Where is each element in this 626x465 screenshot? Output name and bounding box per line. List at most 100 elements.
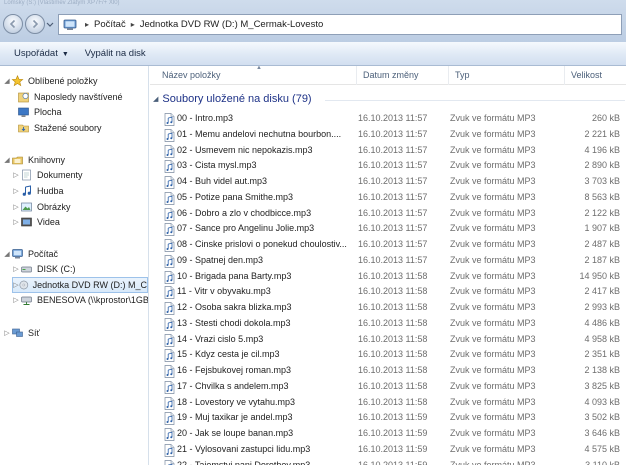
file-date: 16.10.2013 11:57: [358, 144, 428, 155]
file-name: 07 - Sance pro Angelinu Jolie.mp3: [177, 223, 315, 234]
file-size: 4 575 kB: [584, 443, 620, 454]
collapse-group-icon[interactable]: ◢: [153, 95, 158, 103]
audio-file-icon: [164, 144, 175, 158]
collapse-triangle-icon[interactable]: ▷: [3, 329, 11, 337]
organize-button[interactable]: Uspořádat ▼: [6, 45, 77, 62]
file-date: 16.10.2013 11:59: [358, 412, 428, 423]
file-size: 4 093 kB: [584, 396, 620, 407]
file-name: 21 - Vylosovani zastupci lidu.mp3: [177, 443, 311, 454]
nav-dvd-drive[interactable]: ▷ Jednotka DVD RW (D:) M_C: [12, 277, 148, 293]
file-size: 260 kB: [591, 113, 620, 123]
file-row[interactable]: 15 - Kdyz cesta je cil.mp3 16.10.2013 11:…: [150, 347, 626, 363]
file-row[interactable]: 05 - Potize pana Smithe.mp3 16.10.2013 11…: [150, 190, 626, 206]
window-titlebar: Lomsky (S:) (Vlastimev Zlatým XP7F/+ Xl0…: [0, 0, 626, 42]
nav-recent-places[interactable]: Naposledy navštívené: [17, 90, 123, 104]
collapse-triangle-icon[interactable]: ▷: [12, 171, 20, 179]
column-header-date[interactable]: Datum změny: [357, 66, 449, 85]
file-row[interactable]: 17 - Chvilka s andelem.mp3 16.10.2013 11:…: [150, 379, 626, 395]
nav-downloads[interactable]: Stažené soubory: [17, 121, 102, 135]
collapse-triangle-icon[interactable]: ▷: [12, 187, 20, 195]
file-row[interactable]: 14 - Vrazi cislo 5.mp3 16.10.2013 11:58 Zv…: [150, 332, 626, 348]
expand-triangle-icon[interactable]: ◢: [3, 156, 11, 164]
nav-item-label: Naposledy navštívené: [34, 92, 123, 102]
nav-desktop[interactable]: Plocha: [17, 105, 62, 119]
audio-file-icon: [164, 207, 175, 221]
nav-item-label: BENESOVA (\\kprostor\1GB: [37, 295, 149, 305]
collapse-triangle-icon[interactable]: ▷: [12, 296, 20, 304]
file-row[interactable]: 09 - Spatnej den.mp3 16.10.2013 11:57 Zvuk…: [150, 253, 626, 269]
file-type: Zvuk ve formátu MP3: [450, 128, 536, 139]
file-row[interactable]: 01 - Memu andelovi nechutna bourbon.... 1…: [150, 127, 626, 143]
file-size: 3 646 kB: [584, 428, 620, 438]
nav-item-label: Dokumenty: [37, 170, 83, 180]
breadcrumb-separator[interactable]: ▸: [85, 20, 89, 29]
file-type: Zvuk ve formátu MP3: [450, 302, 536, 312]
file-row[interactable]: 04 - Buh videl aut.mp3 16.10.2013 11:57 Zv…: [150, 174, 626, 190]
arrow-right-icon: [32, 19, 39, 29]
audio-file-icon: [164, 223, 175, 237]
file-row[interactable]: 08 - Cinske prislovi o ponekud choulosti…: [150, 237, 626, 253]
file-row[interactable]: 00 - Intro.mp3 16.10.2013 11:57 Zvuk ve fo…: [150, 111, 626, 127]
forward-button[interactable]: [25, 14, 45, 34]
file-type: Zvuk ve formátu MP3: [450, 160, 536, 171]
file-size: 2 138 kB: [584, 365, 620, 375]
audio-file-icon: [164, 302, 175, 315]
column-header-size[interactable]: Velikost: [565, 66, 626, 85]
file-name: 06 - Dobro a zlo v chodbicce.mp3: [177, 207, 312, 218]
group-header[interactable]: ◢ Soubory uložené na disku (79): [153, 91, 312, 107]
file-row[interactable]: 12 - Osoba sakra blizka.mp3 16.10.2013 11…: [150, 300, 626, 316]
nav-videos[interactable]: ▷ Videa: [12, 215, 60, 229]
file-row[interactable]: 22 - Tajemstvi pani Dorothey.mp3 16.10.20…: [150, 458, 626, 465]
nav-documents[interactable]: ▷ Dokumenty: [12, 168, 83, 182]
nav-music[interactable]: ▷ Hudba: [12, 184, 64, 198]
file-row[interactable]: 11 - Vitr v obyvaku.mp3 16.10.2013 11:58 Z…: [150, 284, 626, 300]
nav-drive-c[interactable]: ▷ DISK (C:): [12, 262, 75, 276]
nav-computer[interactable]: ◢ Počítač: [3, 247, 58, 261]
file-row[interactable]: 07 - Sance pro Angelinu Jolie.mp3 16.10.2…: [150, 221, 626, 237]
back-button[interactable]: [3, 14, 23, 34]
file-type: Zvuk ve formátu MP3: [450, 428, 536, 438]
file-row[interactable]: 06 - Dobro a zlo v chodbicce.mp3 16.10.20…: [150, 206, 626, 222]
address-bar[interactable]: ▸ Počítač ▸ Jednotka DVD RW (D:) M_Cerma…: [58, 14, 622, 35]
nav-network[interactable]: ▷ Síť: [3, 326, 40, 340]
file-size: 8 563 kB: [584, 191, 620, 202]
collapse-triangle-icon[interactable]: ▷: [12, 203, 20, 211]
file-row[interactable]: 21 - Vylosovani zastupci lidu.mp3 16.10.2…: [150, 442, 626, 458]
recent-pages-chevron-icon[interactable]: [46, 20, 54, 28]
expand-triangle-icon[interactable]: ◢: [3, 77, 11, 85]
file-row[interactable]: 19 - Muj taxikar je andel.mp3 16.10.2013 …: [150, 410, 626, 426]
file-row[interactable]: 02 - Usmevem nic nepokazis.mp3 16.10.2013…: [150, 143, 626, 159]
column-header-name[interactable]: Název položky: [150, 66, 357, 85]
file-list: ▲ Název položky Datum změny Typ Velikost…: [150, 66, 626, 465]
file-type: Zvuk ve formátu MP3: [450, 286, 536, 297]
collapse-triangle-icon[interactable]: ▷: [12, 265, 20, 273]
breadcrumb-dvd-drive[interactable]: Jednotka DVD RW (D:) M_Cermak-Lovesto: [140, 19, 324, 30]
file-type: Zvuk ve formátu MP3: [450, 239, 536, 249]
breadcrumb-separator[interactable]: ▸: [131, 20, 135, 29]
file-row[interactable]: 13 - Stesti chodi dokola.mp3 16.10.2013 1…: [150, 316, 626, 332]
nav-favorites[interactable]: ◢ Oblíbené položky: [3, 74, 98, 88]
file-size: 2 122 kB: [584, 207, 620, 218]
file-name: 10 - Brigada pana Barty.mp3: [177, 270, 292, 281]
file-date: 16.10.2013 11:57: [358, 254, 428, 265]
breadcrumb-computer[interactable]: Počítač: [94, 19, 126, 30]
nav-network-label: Síť: [28, 328, 40, 338]
file-row[interactable]: 20 - Jak se loupe banan.mp3 16.10.2013 11…: [150, 426, 626, 442]
nav-network-drive[interactable]: ▷ BENESOVA (\\kprostor\1GB: [12, 293, 149, 307]
nav-pictures[interactable]: ▷ Obrázky: [12, 200, 70, 214]
file-row[interactable]: 18 - Lovestory ve vytahu.mp3 16.10.2013 1…: [150, 395, 626, 411]
burn-to-disc-button[interactable]: Vypálit na disk: [77, 45, 154, 62]
file-date: 16.10.2013 11:57: [358, 207, 428, 218]
column-header-type[interactable]: Typ: [449, 66, 565, 85]
expand-triangle-icon[interactable]: ◢: [3, 250, 11, 258]
network-drive-icon: [21, 296, 32, 305]
file-row[interactable]: 16 - Fejsbukovej roman.mp3 16.10.2013 11:…: [150, 363, 626, 379]
file-name: 18 - Lovestory ve vytahu.mp3: [177, 396, 296, 407]
collapse-triangle-icon[interactable]: ▷: [12, 218, 20, 226]
recent-places-icon: [18, 92, 29, 103]
nav-libraries[interactable]: ◢ Knihovny: [3, 153, 65, 167]
file-row[interactable]: 03 - Cista mysl.mp3 16.10.2013 11:57 Zvuk …: [150, 158, 626, 174]
file-row[interactable]: 10 - Brigada pana Barty.mp3 16.10.2013 11…: [150, 269, 626, 285]
computer-icon: [12, 249, 23, 259]
audio-file-icon: [164, 176, 175, 189]
